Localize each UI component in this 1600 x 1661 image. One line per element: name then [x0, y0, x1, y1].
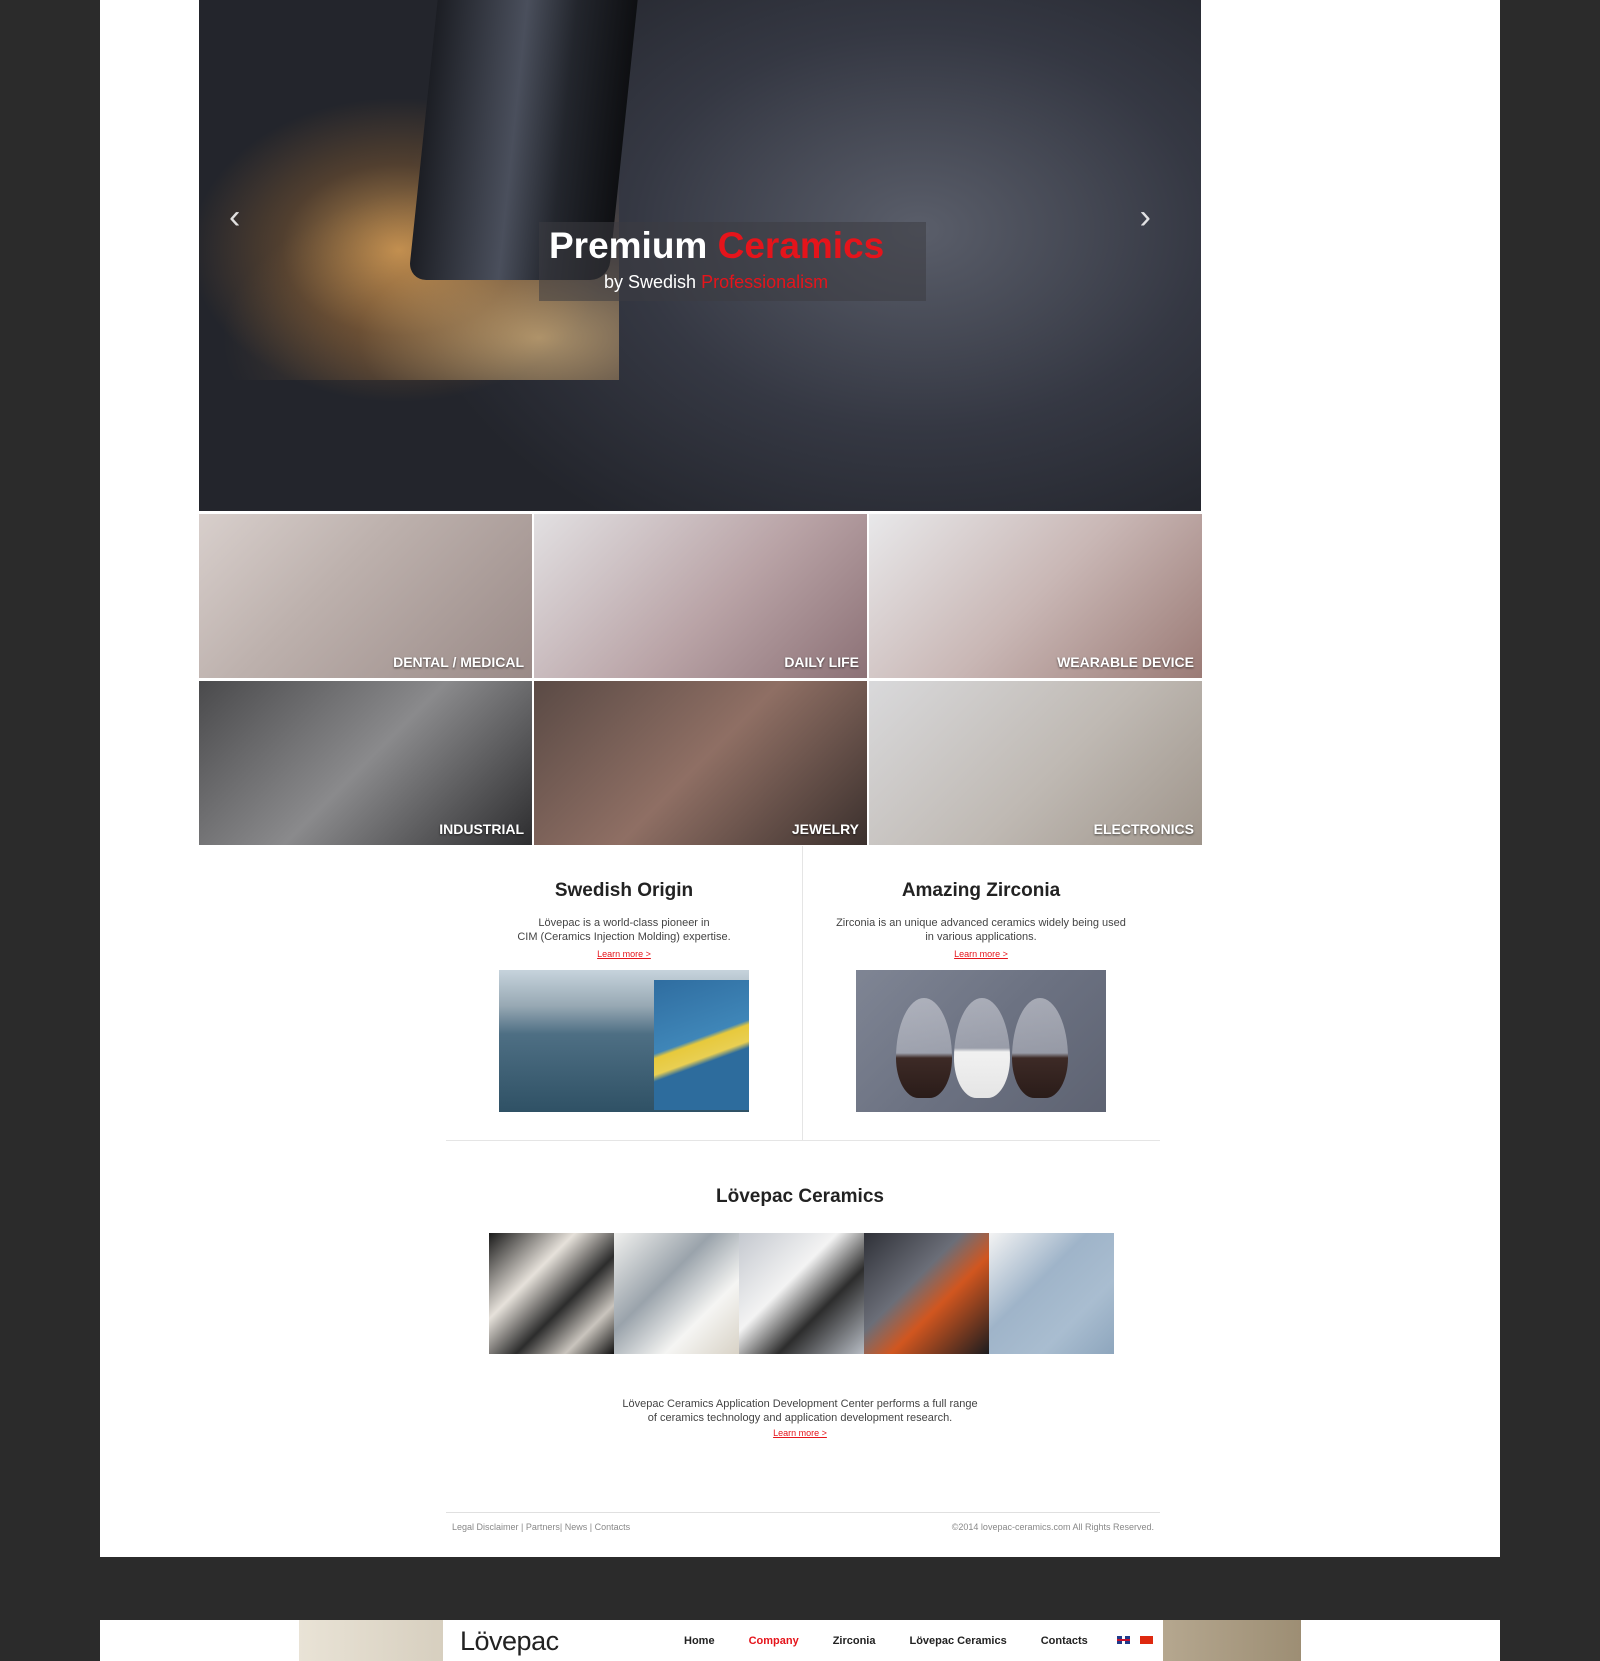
category-label: ELECTRONICS: [1093, 821, 1194, 837]
uk-flag-icon[interactable]: [1117, 1636, 1130, 1644]
hero-subtitle-red: Professionalism: [701, 272, 829, 292]
nav-item-contacts[interactable]: Contacts: [1041, 1635, 1088, 1647]
flask-icon: [896, 998, 952, 1098]
category-label: INDUSTRIAL: [439, 821, 524, 837]
zirconia-title: Amazing Zirconia: [901, 880, 1061, 901]
ceramics-image-lab: [614, 1233, 739, 1354]
chevron-left-icon[interactable]: ‹: [229, 200, 240, 234]
nav-right-image: [1163, 1620, 1301, 1661]
nav-item-home[interactable]: Home: [684, 1635, 715, 1647]
ceramics-line1: Lövepac Ceramics Application Development…: [622, 1398, 978, 1410]
ceramics-line2: of ceramics technology and application d…: [647, 1412, 953, 1424]
ceramics-image-furnace: [864, 1233, 989, 1354]
footer-link-legal[interactable]: Legal Disclaimer: [452, 1522, 519, 1532]
swedish-origin-image: [499, 970, 749, 1112]
flask-icon: [954, 998, 1010, 1098]
ceramics-image-frame: [739, 1233, 864, 1354]
footer-copyright: ©2014 lovepac-ceramics.com All Rights Re…: [951, 1522, 1154, 1532]
ceramics-description: Lövepac Ceramics Application Development…: [0, 1397, 1600, 1440]
swedish-origin-learn-more-link[interactable]: Learn more >: [597, 949, 651, 959]
footer-link-contacts[interactable]: Contacts: [595, 1522, 631, 1532]
category-tile-dental-medical[interactable]: DENTAL / MEDICAL: [199, 514, 532, 678]
nav-bar: Lövepac Home Company Zirconia Lövepac Ce…: [100, 1620, 1500, 1661]
hero-title-red: Ceramics: [717, 225, 885, 266]
category-tile-electronics[interactable]: ELECTRONICS: [869, 681, 1202, 845]
zirconia-line2: in various applications.: [925, 931, 1037, 943]
zirconia-column: Amazing Zirconia Zirconia is an unique a…: [803, 880, 1159, 1112]
footer-link-news[interactable]: News: [565, 1522, 588, 1532]
zirconia-learn-more-link[interactable]: Learn more >: [954, 949, 1008, 959]
swedish-origin-line1: Lövepac is a world-class pioneer in: [538, 917, 710, 929]
category-label: DAILY LIFE: [784, 654, 859, 670]
category-label: JEWELRY: [791, 821, 859, 837]
zirconia-image: [856, 970, 1106, 1112]
chevron-right-icon[interactable]: ›: [1140, 200, 1151, 234]
hero-subtitle-white: by Swedish: [604, 272, 702, 292]
china-flag-icon[interactable]: [1140, 1636, 1153, 1644]
footer: Legal Disclaimer | Partners| News | Cont…: [446, 1512, 1160, 1542]
swedish-origin-column: Swedish Origin Lövepac is a world-class …: [446, 880, 802, 1112]
hero-slider: Premium Ceramics by Swedish Professional…: [199, 0, 1201, 511]
zirconia-line1: Zirconia is an unique advanced ceramics …: [836, 917, 1126, 929]
category-label: DENTAL / MEDICAL: [393, 654, 524, 670]
category-tile-jewelry[interactable]: JEWELRY: [534, 681, 867, 845]
ceramics-image-strip: [489, 1233, 1114, 1354]
category-tile-daily-life[interactable]: DAILY LIFE: [534, 514, 867, 678]
swedish-origin-line2: CIM (Ceramics Injection Molding) experti…: [517, 931, 731, 943]
nav-item-company[interactable]: Company: [749, 1635, 799, 1647]
ceramics-learn-more-link[interactable]: Learn more >: [773, 1426, 827, 1440]
info-section: Swedish Origin Lövepac is a world-class …: [446, 846, 1160, 1141]
footer-links: Legal Disclaimer | Partners| News | Cont…: [452, 1522, 631, 1532]
hero-title: Premium Ceramics: [549, 225, 929, 267]
hero-subtitle: by Swedish Professionalism: [604, 272, 828, 293]
nav-item-lovepac-ceramics[interactable]: Lövepac Ceramics: [909, 1635, 1006, 1647]
category-tile-industrial[interactable]: INDUSTRIAL: [199, 681, 532, 845]
swedish-origin-title: Swedish Origin: [554, 880, 694, 901]
category-grid: DENTAL / MEDICAL DAILY LIFE WEARABLE DEV…: [199, 514, 1202, 845]
swedish-flag-image: [654, 980, 749, 1110]
ceramics-image-parts: [489, 1233, 614, 1354]
flask-icon: [1012, 998, 1068, 1098]
horizontal-divider: [446, 1140, 1160, 1141]
ceramics-image-bezel: [989, 1233, 1114, 1354]
ceramics-title: Lövepac Ceramics: [716, 1186, 884, 1207]
main-nav: Home Company Zirconia Lövepac Ceramics C…: [684, 1635, 1122, 1647]
language-flags: [1117, 1636, 1153, 1644]
nav-left-image: [299, 1620, 443, 1661]
nav-item-zirconia[interactable]: Zirconia: [833, 1635, 876, 1647]
logo[interactable]: Lövepac: [460, 1626, 559, 1657]
category-tile-wearable-device[interactable]: WEARABLE DEVICE: [869, 514, 1202, 678]
footer-link-partners[interactable]: Partners: [526, 1522, 560, 1532]
hero-title-white: Premium: [549, 225, 718, 266]
category-label: WEARABLE DEVICE: [1057, 654, 1194, 670]
